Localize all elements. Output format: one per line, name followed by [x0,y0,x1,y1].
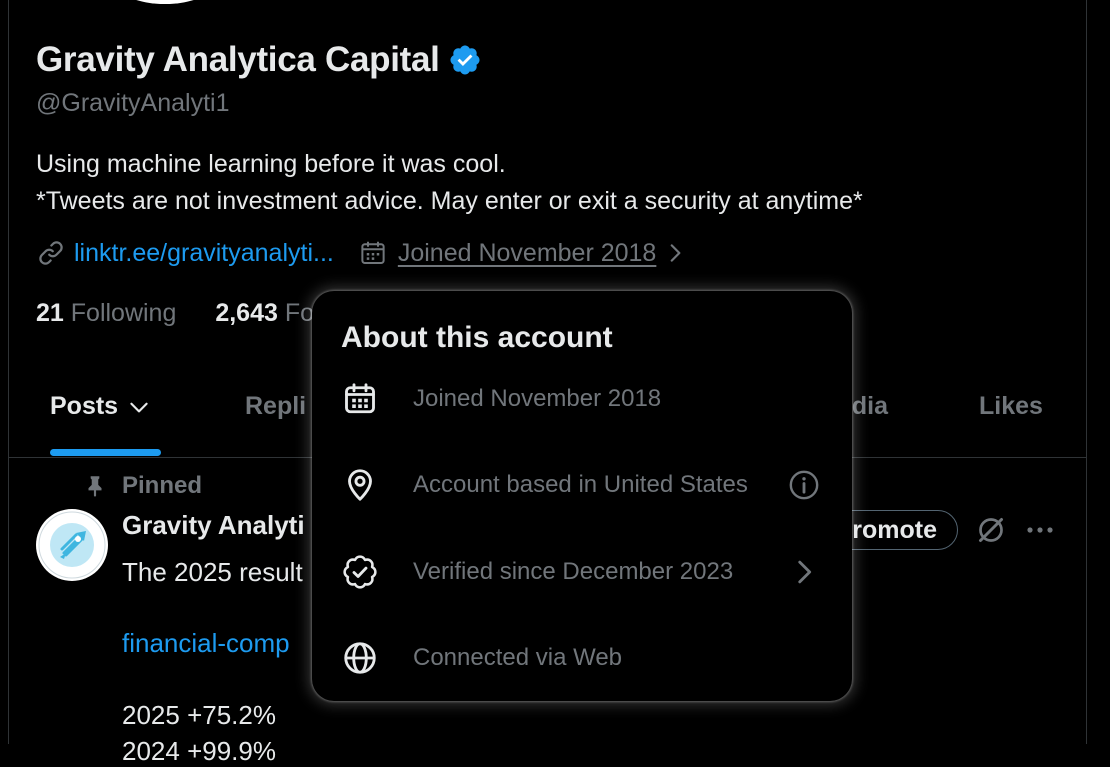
calendar-icon [361,241,385,264]
pinned-label: Pinned [122,472,203,499]
profile-avatar[interactable] [115,0,215,4]
calendar-icon [345,383,375,414]
profile-name: Gravity Analytica Capital [36,40,440,79]
rocket-logo-icon [38,511,106,579]
post-text-line: 2025 +75.2% [122,700,276,730]
post-link[interactable]: financial-comp [122,628,290,659]
about-account-popup: About this account Joined November 2018 … [312,291,852,701]
bio-line: *Tweets are not investment advice. May e… [36,187,863,215]
popup-row-label: Connected via Web [413,644,623,671]
profile-handle: @GravityAnalyti1 [36,89,230,117]
following-link[interactable]: 21 Following [36,299,176,327]
post-text-line: 2024 +99.9% [122,736,276,766]
grok-icon[interactable] [973,512,1009,548]
joined-date-link[interactable]: Joined November 2018 [398,239,657,268]
info-icon[interactable] [787,468,821,502]
profile-bio: Using machine learning before it was coo… [36,146,863,220]
pin-icon [88,476,102,497]
tab-posts-label: Posts [50,392,119,420]
verified-badge-icon [343,555,377,589]
popup-row-location: Account based in United States [312,459,852,509]
pinned-indicator: Pinned [82,472,202,500]
popup-row-connected: Connected via Web [312,632,852,682]
post-author-name[interactable]: Gravity Analyti [122,510,305,541]
link-icon [39,241,63,265]
profile-link[interactable]: linktr.ee/gravityanalyti... [74,239,334,268]
tab-posts[interactable]: Posts [50,392,152,421]
chevron-down-icon [130,402,148,412]
followers-link[interactable]: 2,643 Fo [215,299,314,327]
location-pin-icon [348,469,372,501]
bio-line: Using machine learning before it was coo… [36,150,506,178]
profile-name-row: Gravity Analytica Capital [36,40,482,80]
promote-button-label: romote [852,515,937,544]
following-count: 21 [36,299,64,327]
post-avatar[interactable] [36,509,108,581]
verified-badge-icon[interactable] [448,43,482,77]
follow-stats: 21 Following 2,643 Fo [36,299,314,328]
left-column-border [8,0,9,744]
followers-label: Fo [284,299,315,327]
popup-title: About this account [341,321,613,354]
popup-row-verified[interactable]: Verified since December 2023 [312,546,852,596]
following-label: Following [70,299,177,327]
globe-icon [344,642,376,674]
popup-row-label: Account based in United States [413,471,748,498]
active-tab-indicator [50,449,161,456]
popup-row-label: Verified since December 2023 [413,558,734,585]
popup-row-label: Joined November 2018 [413,385,662,412]
chevron-right-icon[interactable] [662,240,688,266]
post-text: The 2025 result [122,557,303,587]
more-options-icon[interactable] [1024,518,1056,542]
right-column-border [1086,0,1087,744]
tab-replies[interactable]: Repli [245,392,306,421]
profile-meta-row: linktr.ee/gravityanalyti... Joined Novem… [36,238,688,268]
tab-likes[interactable]: Likes [979,392,1043,421]
chevron-right-icon [798,560,812,584]
followers-count: 2,643 [215,299,278,327]
popup-row-joined: Joined November 2018 [312,373,852,423]
